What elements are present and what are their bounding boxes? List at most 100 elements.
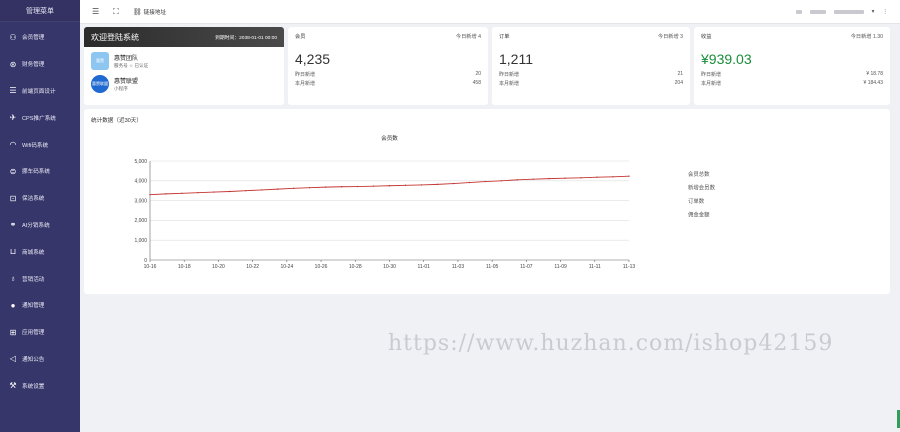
data-point: [596, 176, 598, 178]
y-tick-label: 5,000: [134, 159, 147, 165]
stat-value: 1,211: [499, 51, 533, 67]
x-tick-label: 11-09: [554, 264, 567, 270]
link-address-button[interactable]: ⛓ 链接地址: [133, 8, 166, 16]
menu-toggle-icon[interactable]: ☰: [92, 7, 99, 16]
link-icon: ⛓: [132, 8, 142, 16]
ai-icon: ⚭: [9, 220, 17, 230]
data-point: [245, 190, 247, 192]
send-icon: ✈: [9, 113, 17, 123]
stat-today: 今日新增 4: [455, 34, 481, 40]
data-point: [197, 191, 199, 194]
stat-row-label: 本月新增: [701, 81, 722, 87]
more-menu-icon[interactable]: ⋮: [882, 9, 888, 15]
org-name: 惠赞团队: [114, 56, 139, 62]
stat-card-revenue: 收益 今日新增 1.30 ¥939.03 昨日新增 ¥ 18.78 本月新增 ¥ 18…: [694, 27, 890, 105]
wifi-icon: ◠: [9, 140, 17, 150]
data-point: [452, 182, 455, 185]
x-tick-label: 10-26: [315, 264, 328, 270]
x-tick-label: 10-30: [383, 264, 396, 270]
sidebar-item-settings[interactable]: ⚒ 系统设置: [0, 372, 80, 399]
stat-row-value: ¥ 184.43: [863, 80, 883, 86]
sidebar-item-mall[interactable]: ⊔ 商城系统: [0, 238, 80, 265]
data-point: [356, 185, 359, 188]
data-point: [548, 177, 550, 180]
stat-row-label: 昨日新增: [701, 72, 722, 78]
sidebar-title: 管理菜单: [0, 0, 80, 22]
sidebar-item-notify-manage[interactable]: ● 通知管理: [0, 292, 80, 319]
data-point: [436, 183, 439, 186]
y-tick-label: 3,000: [134, 198, 147, 204]
data-point: [468, 181, 471, 184]
x-tick-label: 10-22: [246, 264, 259, 270]
apps-icon: ⊞: [9, 327, 17, 337]
stat-value: ¥939.03: [701, 51, 752, 67]
account-blurred[interactable]: [833, 9, 864, 14]
org-logo: 惠赞联盟: [91, 75, 109, 93]
data-point: [420, 184, 423, 186]
sidebar-item-finance[interactable]: ⊛ 财务管理: [0, 51, 80, 78]
stat-today: 今日新增 3: [657, 34, 683, 40]
welcome-title: 欢迎登陆系统: [91, 32, 139, 42]
finance-icon: ⊛: [9, 59, 17, 69]
stat-row-value: 20: [475, 71, 481, 77]
x-tick-label: 10-24: [280, 264, 293, 270]
sidebar: 管理菜单 ⚇ 会员管理 ⊛ 财务管理 ☰ 前端页面设计 ✈ CPS推广系统 ◠ Wifi码…: [0, 0, 80, 432]
sidebar-item-page-design[interactable]: ☰ 前端页面设计: [0, 78, 80, 105]
org-name: 惠赞联盟: [114, 79, 139, 85]
gift-icon: ♁: [10, 274, 16, 284]
y-tick-label: 2,000: [134, 218, 147, 224]
x-tick-label: 11-11: [589, 264, 601, 270]
data-point: [516, 179, 518, 181]
stat-label: 订单: [499, 34, 510, 40]
stat-label: 会员: [295, 34, 306, 40]
cart-icon: ⊔: [9, 247, 17, 257]
sidebar-item-apps[interactable]: ⊞ 应用管理: [0, 319, 80, 346]
stat-today: 今日新增 1.30: [850, 34, 883, 40]
org-mini-program[interactable]: 惠赞联盟 惠赞联盟 小程序: [84, 75, 284, 93]
stat-card-members: 会员 今日新增 4 4,235 昨日新增 20 本月新增 458: [288, 27, 488, 105]
sidebar-item-wifi[interactable]: ◠ Wifi码系统: [0, 131, 80, 158]
tools-icon: ⚒: [9, 381, 17, 391]
stat-row-label: 昨日新增: [295, 72, 316, 78]
sidebar-item-members[interactable]: ⚇ 会员管理: [0, 24, 80, 51]
y-tick-label: 1,000: [134, 238, 147, 244]
legend-item: 新增会员数: [688, 184, 716, 192]
welcome-card: 欢迎登陆系统 到期时间：2038-01-01 00:00 惠赞 惠赞团队 服务号…: [84, 27, 284, 105]
fullscreen-icon[interactable]: ⛶: [113, 7, 119, 17]
circle-icon: ●: [10, 300, 16, 310]
panel-title: 统计数据（近30天）: [91, 118, 142, 124]
sidebar-item-ai[interactable]: ⚭ AI分销系统: [0, 212, 80, 239]
sidebar-item-marketing[interactable]: ♁ 营销活动: [0, 265, 80, 292]
org-sub: 小程序: [114, 86, 128, 91]
legend-item: 订单数: [688, 197, 705, 205]
data-point: [532, 178, 534, 180]
x-tick-label: 11-13: [623, 264, 636, 270]
y-tick-label: 4,000: [134, 179, 147, 185]
data-point: [149, 193, 151, 196]
speaker-icon: ◁: [9, 354, 17, 364]
avatar[interactable]: [795, 9, 802, 14]
data-point: [564, 177, 566, 179]
broom-icon: ⊡: [9, 193, 17, 203]
user-area: ▾ ⋮: [795, 9, 888, 15]
sidebar-item-cleaning[interactable]: ⊡ 保洁系统: [0, 185, 80, 212]
user-icon: ⚇: [9, 32, 17, 42]
legend-item: 佣金金额: [688, 211, 710, 219]
org-service-account[interactable]: 惠赞 惠赞团队 服务号 ☆ 已认证: [84, 52, 284, 70]
stat-row-label: 本月新增: [499, 81, 520, 87]
x-tick-label: 11-07: [520, 264, 533, 270]
expire-time: 到期时间：2038-01-01 00:00: [215, 35, 277, 41]
dropdown-caret-icon[interactable]: ▾: [872, 9, 875, 15]
stat-row-value: 458: [472, 80, 481, 86]
sidebar-item-announce[interactable]: ◁ 通知公告: [0, 346, 80, 373]
data-point: [388, 185, 391, 187]
data-point: [484, 180, 486, 183]
sidebar-item-car[interactable]: ⊜ 挪车码系统: [0, 158, 80, 185]
data-point: [277, 188, 279, 190]
legend-item: 会员总数: [688, 170, 710, 178]
data-point: [165, 193, 167, 195]
sidebar-item-cps[interactable]: ✈ CPS推广系统: [0, 104, 80, 131]
x-tick-label: 10-18: [178, 264, 191, 270]
car-icon: ⊜: [9, 166, 17, 176]
data-point: [229, 190, 231, 193]
